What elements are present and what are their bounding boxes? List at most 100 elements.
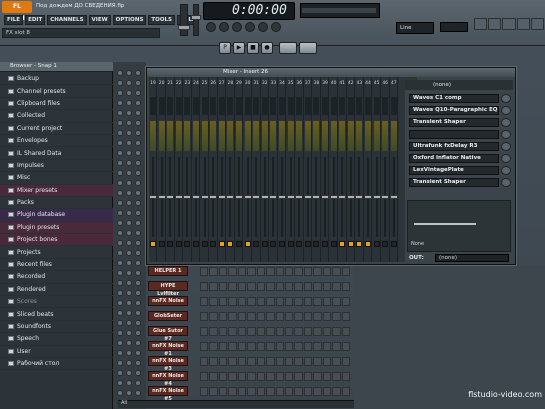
mixer-track[interactable]: 27 [217,77,227,262]
channel-knobs[interactable] [117,210,142,218]
channel-knobs[interactable] [117,160,142,168]
fx-slot-mix-knob[interactable] [501,130,511,139]
channel-knobs[interactable] [117,140,142,148]
browser-item[interactable]: Envelopes [0,135,113,148]
fader-handle[interactable] [278,195,286,199]
fader-handle[interactable] [235,195,243,199]
channel-knobs[interactable] [117,270,142,278]
browser-item[interactable]: User [0,346,113,358]
browser-item[interactable]: Projects [0,246,113,259]
filter-label[interactable]: All [121,400,141,408]
snap-select[interactable]: Line [396,22,434,34]
channel-knobs[interactable] [117,190,142,198]
send-switch[interactable] [167,241,174,247]
loop-icon[interactable] [245,22,255,32]
step-sequencer-row[interactable] [200,342,350,351]
channel-button[interactable]: HELPER 1 [148,266,188,276]
channel-button[interactable]: nnFX Noise [148,296,188,306]
menu-item-view[interactable]: VIEW [88,15,111,25]
fx-slot[interactable]: Ultrafunk fxDelay R3 [409,142,499,151]
step-sequencer-row[interactable] [200,372,350,381]
record-icon[interactable] [206,22,216,32]
send-switch[interactable] [244,241,251,247]
send-switch[interactable] [304,241,311,247]
fx-slot-mix-knob[interactable] [501,94,511,103]
send-switch[interactable] [261,241,268,247]
send-switch[interactable] [236,241,242,247]
fader-handle[interactable] [303,195,312,199]
fader-handle[interactable] [286,195,295,199]
mixer-track[interactable]: 38 [312,77,321,262]
fader-handle[interactable] [389,195,398,199]
fader-handle[interactable] [295,195,304,199]
fx-slot-mix-knob[interactable] [501,178,511,187]
send-switch[interactable] [175,241,182,247]
channel-knobs[interactable] [117,260,142,268]
browser-item[interactable]: Channel presets [0,85,113,98]
fx-input[interactable]: (none) [405,80,513,90]
mixer-track[interactable]: 24 [192,77,201,262]
step-sequencer-row[interactable] [200,267,350,276]
send-switch[interactable] [347,241,354,247]
fx-slot-mix-knob[interactable] [501,142,511,151]
mixer-track[interactable]: 21 [166,77,175,262]
channel-knobs[interactable] [117,110,142,118]
channel-knobs[interactable] [117,200,142,208]
fader-handle[interactable] [192,195,200,199]
fader-handle[interactable] [381,195,390,199]
menu-item-options[interactable]: OPTIONS [112,15,147,25]
fader-handle[interactable] [166,195,175,199]
send-switch[interactable] [313,241,320,247]
step-sequencer-row[interactable] [200,357,350,366]
channel-knobs[interactable] [117,370,142,378]
fader-handle[interactable] [338,195,347,199]
browser-item[interactable]: Project bones [0,234,113,247]
mixer-track[interactable]: 33 [269,77,278,262]
channel-knobs[interactable] [117,70,142,78]
browser-item[interactable]: Soundfonts [0,321,113,334]
mixer-track[interactable]: 43 [355,77,364,262]
blend-icon[interactable] [271,22,281,32]
browser-item[interactable]: Backup [0,73,113,86]
mixer-track[interactable]: 26 [209,77,218,262]
browser-item[interactable]: Recent files [0,259,113,272]
mixer-track[interactable]: 47 [389,77,399,262]
mixer-track[interactable]: 29 [235,77,244,262]
channel-knobs[interactable] [117,80,142,88]
fader-handle[interactable] [243,195,252,199]
browser-item[interactable]: Рабочий стол [0,358,113,371]
mixer-track[interactable]: 19 [149,77,158,262]
browser-item[interactable]: Rendered [0,284,113,297]
send-switch[interactable] [390,241,397,247]
browser-item[interactable]: Clipboard files [0,98,113,111]
mixer-track[interactable]: 37 [303,77,313,262]
send-switch[interactable] [184,241,191,247]
browser-item[interactable]: Mixer presets [0,184,113,197]
fader-handle[interactable] [355,195,364,199]
channel-knobs[interactable] [117,330,142,338]
fx-slot[interactable]: Oxford Inflator Native [409,154,499,163]
fader-handle[interactable] [321,195,329,199]
mixer-track[interactable]: 42 [346,77,356,262]
browser-item[interactable]: Speech [0,333,113,346]
channel-knobs[interactable] [117,90,142,98]
channel-knobs[interactable] [117,170,142,178]
record-button[interactable]: ● [261,42,273,54]
mixer-track[interactable]: 41 [338,77,347,262]
channel-button[interactable]: nnFX Noise #3 [148,356,188,372]
fader-handle[interactable] [174,195,183,199]
mixer-track[interactable]: 23 [183,77,192,262]
mixer-track[interactable]: 46 [381,77,390,262]
fx-slot[interactable]: Transient Shaper [409,178,499,187]
send-switch[interactable] [158,241,165,247]
channel-knobs[interactable] [117,180,142,188]
channel-knobs[interactable] [117,280,142,288]
fx-slot-mix-knob[interactable] [501,166,511,175]
mixer-track[interactable]: 40 [329,77,338,262]
send-switch[interactable] [373,241,380,247]
browser-item[interactable]: Recorded [0,271,113,284]
master-pitch-slider[interactable] [191,4,201,36]
fader-handle[interactable] [346,195,355,199]
wait-icon[interactable] [232,22,242,32]
channel-button[interactable]: GlobSeter [148,311,188,321]
